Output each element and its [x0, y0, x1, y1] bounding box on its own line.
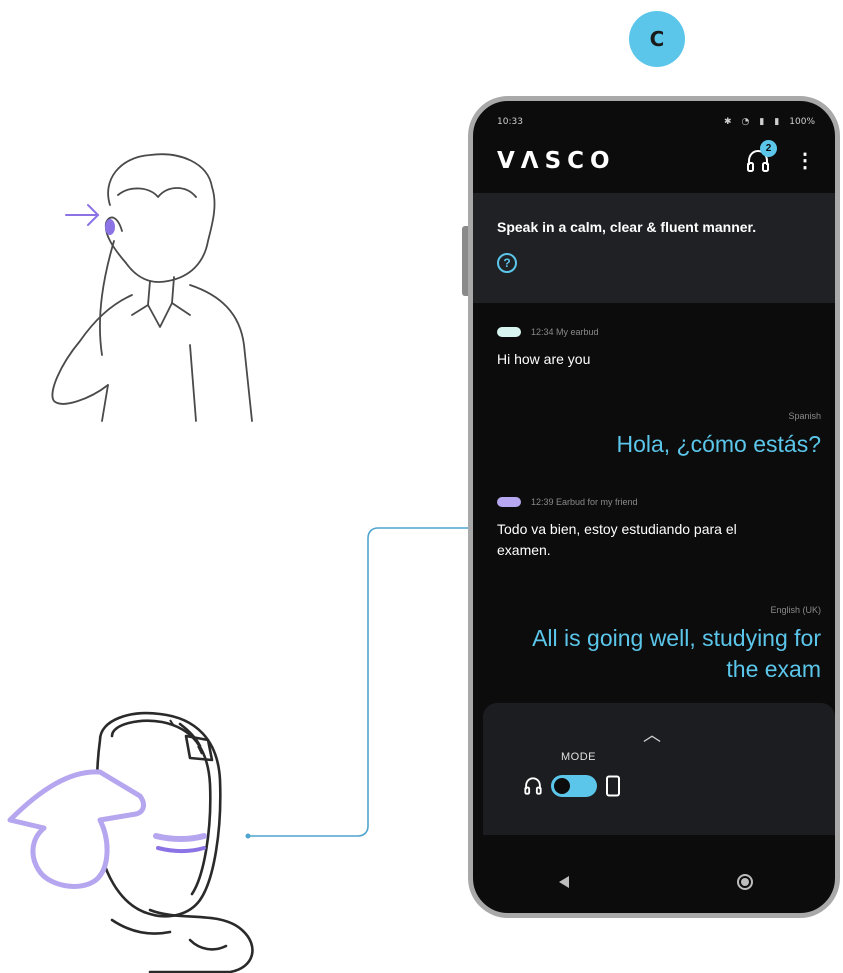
back-icon[interactable] — [549, 867, 579, 897]
home-icon[interactable] — [730, 867, 760, 897]
toggle-knob — [554, 778, 570, 794]
message-translation: Hola, ¿cómo estás? — [616, 431, 821, 457]
bluetooth-icon: ✱ — [723, 117, 732, 127]
mode-switch-row — [523, 775, 621, 797]
person-touching-earbud-illustration — [51, 153, 253, 422]
mode-panel: ︿ MODE — [483, 703, 835, 835]
speaker-color-pill — [497, 327, 521, 337]
wifi-icon: ◔ — [741, 117, 750, 127]
connected-earbuds-button[interactable]: 2 — [745, 140, 777, 174]
connected-count-badge: 2 — [760, 140, 777, 157]
translation-language: English (UK) — [770, 605, 821, 615]
translation-language: Spanish — [788, 411, 821, 421]
tip-text: Speak in a calm, clear & fluent manner. — [497, 219, 757, 235]
phone-icon — [606, 775, 620, 797]
more-options-icon[interactable]: ⋮ — [795, 151, 815, 171]
mode-label: MODE — [561, 751, 596, 763]
phone-screen: 10:33 ✱ ◔ ▮ ▮ 100% VΛSCO 2 ⋮ Speak in a … — [468, 96, 840, 918]
connector-arrow — [245, 523, 482, 839]
status-bar: 10:33 ✱ ◔ ▮ ▮ 100% — [497, 115, 815, 129]
signal-icon: ▮ — [759, 117, 765, 127]
earbud-tap-illustration — [7, 711, 254, 973]
message-original-text: Todo va bien, estoy estudiando para el e… — [497, 521, 737, 558]
app-bar: VΛSCO 2 ⋮ — [497, 140, 815, 181]
tip-banner: Speak in a calm, clear & fluent manner. … — [473, 193, 835, 303]
battery-level: 100% — [789, 117, 815, 127]
message-translation: All is going well, studying for the exam — [532, 625, 821, 682]
message-meta: 12:39 Earbud for my friend — [497, 497, 638, 507]
help-icon[interactable]: ? — [497, 253, 517, 273]
system-nav-bar — [473, 867, 835, 897]
message-original-text: Hi how are you — [497, 351, 591, 367]
message-meta: 12:34 My earbud — [497, 327, 599, 337]
headphones-icon — [524, 777, 542, 795]
step-badge: C — [629, 11, 685, 67]
vasco-logo: VΛSCO — [497, 148, 616, 174]
battery-icon: ▮ — [774, 117, 780, 127]
speaker-color-pill — [497, 497, 521, 507]
status-time: 10:33 — [497, 117, 523, 127]
mode-toggle[interactable] — [551, 775, 597, 797]
chevron-up-icon[interactable]: ︿ — [643, 721, 661, 747]
